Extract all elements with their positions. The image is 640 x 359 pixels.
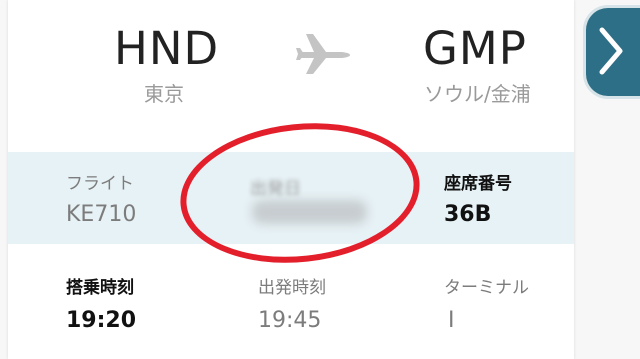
- destination-city: ソウル/金浦: [424, 82, 531, 106]
- destination-airport-code: GMP: [423, 22, 527, 75]
- next-button[interactable]: [586, 8, 640, 96]
- terminal-value: I: [448, 308, 455, 333]
- chevron-right-icon: [599, 27, 623, 75]
- departure-time: 19:45: [258, 308, 322, 333]
- terminal-label: ターミナル: [444, 278, 529, 298]
- origin-city: 東京: [144, 82, 184, 106]
- boarding-time: 19:20: [66, 308, 137, 333]
- departure-time-label: 出発時刻: [258, 278, 326, 298]
- seat-label: 座席番号: [444, 174, 512, 194]
- flight-number: KE710: [66, 202, 137, 227]
- airplane-icon: [296, 34, 350, 74]
- origin-airport-code: HND: [114, 22, 220, 75]
- seat-number: 36B: [444, 202, 492, 227]
- time-info-row: 搭乗時刻 19:20 出発時刻 19:45 ターミナル I: [8, 258, 574, 359]
- flight-label: フライト: [66, 174, 134, 194]
- boarding-time-label: 搭乗時刻: [66, 278, 134, 298]
